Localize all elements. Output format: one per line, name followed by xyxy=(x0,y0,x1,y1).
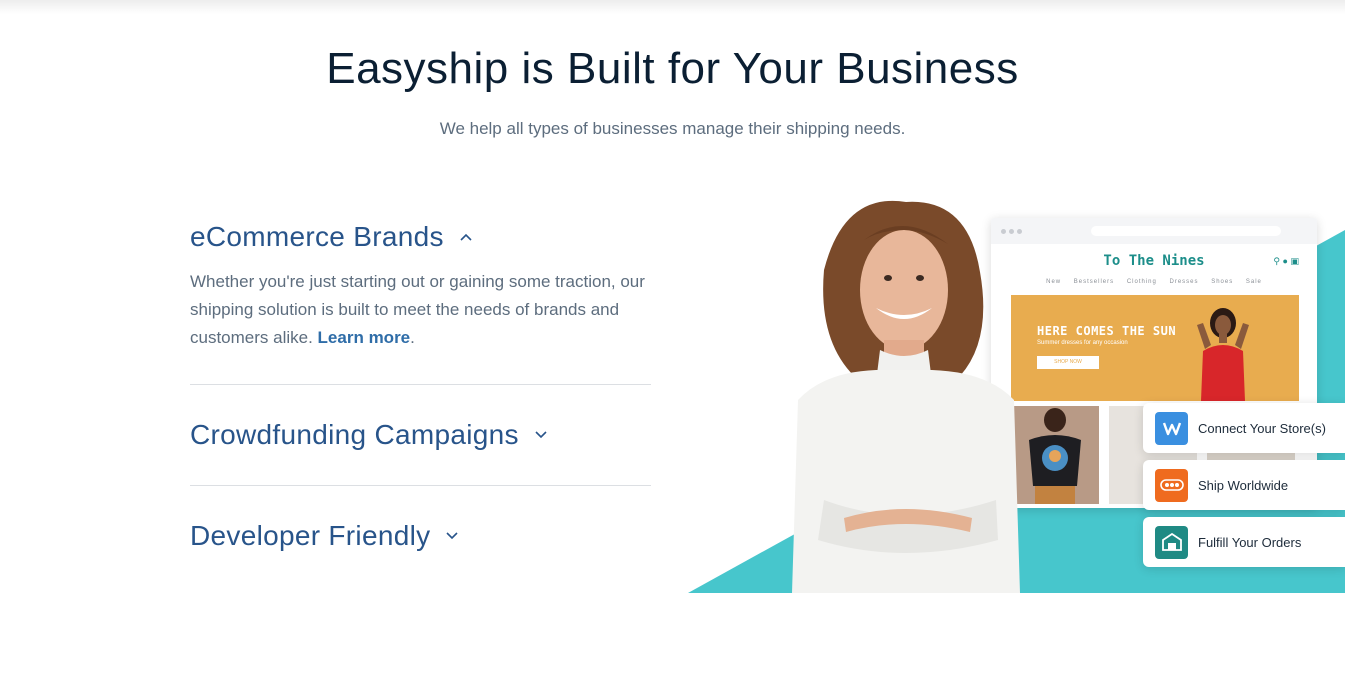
feature-card-connect-store: Connect Your Store(s) xyxy=(1143,403,1345,453)
accordion-body-ecommerce: Whether you're just starting out or gain… xyxy=(190,262,651,384)
weebly-icon xyxy=(1155,411,1188,445)
accordion-header-crowdfunding[interactable]: Crowdfunding Campaigns xyxy=(190,385,651,485)
courier-icon xyxy=(1155,468,1188,502)
accordion-item-ecommerce: eCommerce Brands Whether you're just sta… xyxy=(190,196,651,385)
accordion-item-developer: Developer Friendly xyxy=(190,486,651,586)
user-icon: ● xyxy=(1282,256,1288,266)
banner-title: HERE COMES THE SUN xyxy=(1037,324,1177,338)
accordion-title: Crowdfunding Campaigns xyxy=(190,419,519,450)
feature-label: Ship Worldwide xyxy=(1198,477,1289,493)
store-nav-item: Shoes xyxy=(1211,279,1234,285)
cart-icon: ▣ xyxy=(1290,256,1299,266)
browser-bar xyxy=(991,218,1317,244)
accordion-header-developer[interactable]: Developer Friendly xyxy=(190,486,651,586)
search-icon: ⚲ xyxy=(1273,256,1281,266)
banner-model-image xyxy=(1197,308,1249,401)
feature-label: Fulfill Your Orders xyxy=(1198,534,1302,550)
banner-shop-button: SHOP NOW xyxy=(1037,356,1099,369)
header-shadow xyxy=(0,0,1345,14)
warehouse-icon xyxy=(1155,525,1188,559)
feature-card-fulfill-orders: Fulfill Your Orders xyxy=(1143,517,1345,567)
chevron-down-icon xyxy=(446,532,458,540)
store-nav-item: Sale xyxy=(1245,279,1262,285)
accordion-body-period: . xyxy=(410,328,415,347)
hero-illustration: To The Nines ⚲ ● ▣ New Bestsellers Cloth… xyxy=(688,200,1345,593)
accordion-header-ecommerce[interactable]: eCommerce Brands xyxy=(190,196,651,262)
store-banner: HERE COMES THE SUN Summer dresses for an… xyxy=(1011,295,1299,401)
accordion-title: Developer Friendly xyxy=(190,520,431,551)
feature-card-ship-worldwide: Ship Worldwide xyxy=(1143,460,1345,510)
page-title: Easyship is Built for Your Business xyxy=(326,44,1019,93)
store-nav-item: Bestsellers xyxy=(1073,279,1115,285)
accordion-body-text: Whether you're just starting out or gain… xyxy=(190,272,645,347)
chevron-up-icon xyxy=(460,233,472,241)
accordion-title: eCommerce Brands xyxy=(190,220,444,252)
store-nav-item: Dresses xyxy=(1169,279,1199,285)
page-subtitle: We help all types of businesses manage t… xyxy=(439,119,906,138)
feature-label: Connect Your Store(s) xyxy=(1198,420,1326,436)
banner-subtitle: Summer dresses for any occasion xyxy=(1037,340,1128,346)
store-nav: New Bestsellers Clothing Dresses Shoes S… xyxy=(991,279,1317,285)
store-nav-item: Clothing xyxy=(1126,279,1157,285)
business-type-accordion: eCommerce Brands Whether you're just sta… xyxy=(190,196,651,586)
store-nav-item: New xyxy=(1046,279,1062,285)
accordion-item-crowdfunding: Crowdfunding Campaigns xyxy=(190,385,651,486)
chevron-down-icon xyxy=(535,431,547,439)
store-header-icons: ⚲ ● ▣ xyxy=(1273,256,1299,267)
smiling-woman-image xyxy=(792,200,1020,593)
browser-url-bar xyxy=(1091,226,1281,236)
store-name: To The Nines xyxy=(1103,253,1205,269)
learn-more-link[interactable]: Learn more xyxy=(318,328,411,347)
